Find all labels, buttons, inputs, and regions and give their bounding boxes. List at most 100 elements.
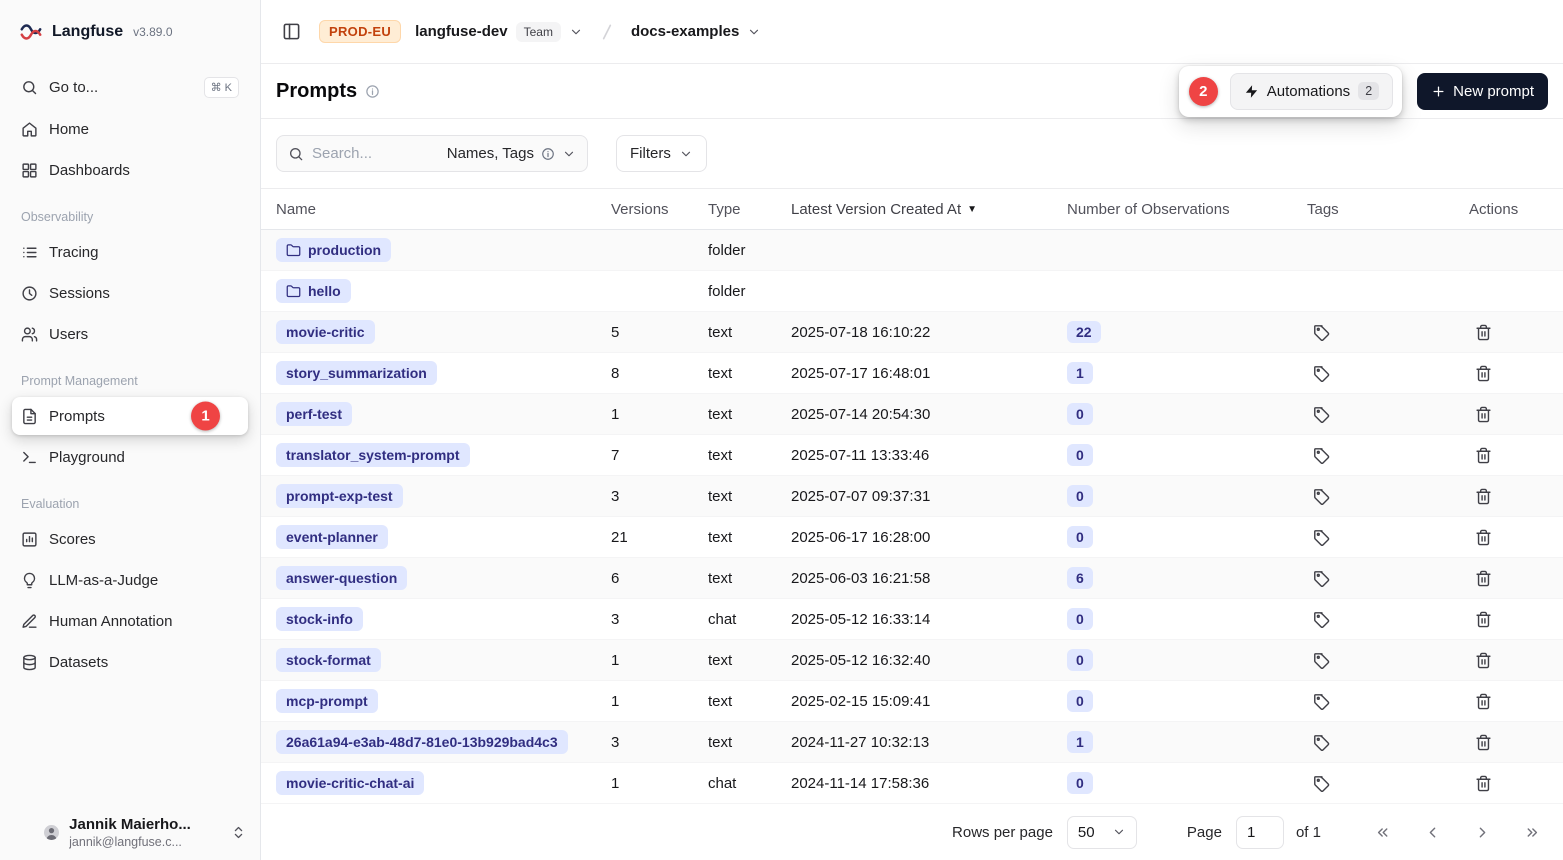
prompt-name-badge[interactable]: movie-critic-chat-ai bbox=[276, 771, 424, 795]
tag-button[interactable] bbox=[1307, 400, 1335, 428]
table-row[interactable]: movie-critic 5 text 2025-07-18 16:10:22 … bbox=[261, 312, 1563, 353]
page-input[interactable] bbox=[1236, 816, 1284, 849]
first-page-button[interactable] bbox=[1367, 817, 1397, 847]
prompt-name-badge[interactable]: hello bbox=[276, 279, 351, 303]
sidebar-item-human-annotation[interactable]: Human Annotation bbox=[12, 602, 248, 640]
observations-count-badge: 0 bbox=[1067, 649, 1093, 671]
observations-cell: 0 bbox=[1052, 403, 1292, 425]
app-logo[interactable]: Langfuse v3.89.0 bbox=[0, 0, 260, 64]
prompt-name-badge[interactable]: translator_system-prompt bbox=[276, 443, 470, 467]
sidebar-item-dashboards[interactable]: Dashboards bbox=[12, 151, 248, 189]
tag-button[interactable] bbox=[1307, 359, 1335, 387]
search-input[interactable] bbox=[312, 145, 439, 162]
sidebar-item-prompts[interactable]: Prompts 1 bbox=[12, 397, 248, 435]
tag-button[interactable] bbox=[1307, 564, 1335, 592]
delete-button[interactable] bbox=[1469, 400, 1497, 428]
user-menu[interactable]: Jannik Maierho... jannik@langfuse.c... bbox=[0, 805, 260, 860]
type-cell: text bbox=[693, 447, 776, 464]
table-row[interactable]: translator_system-prompt 7 text 2025-07-… bbox=[261, 435, 1563, 476]
sidebar-item-home[interactable]: Home bbox=[12, 110, 248, 148]
delete-button[interactable] bbox=[1469, 646, 1497, 674]
prompt-name-badge[interactable]: prompt-exp-test bbox=[276, 484, 403, 508]
table-row[interactable]: mcp-prompt 1 text 2025-02-15 15:09:41 0 bbox=[261, 681, 1563, 722]
sidebar-section: Home Dashboards bbox=[12, 110, 248, 189]
delete-button[interactable] bbox=[1469, 687, 1497, 715]
project-selector[interactable]: docs-examples bbox=[631, 23, 761, 40]
prompt-name-badge[interactable]: story_summarization bbox=[276, 361, 437, 385]
delete-button[interactable] bbox=[1469, 564, 1497, 592]
table-row[interactable]: movie-critic-chat-ai 1 chat 2024-11-14 1… bbox=[261, 763, 1563, 803]
tag-button[interactable] bbox=[1307, 687, 1335, 715]
prompt-name-badge[interactable]: stock-info bbox=[276, 607, 363, 631]
type-cell: text bbox=[693, 529, 776, 546]
table-row[interactable]: answer-question 6 text 2025-06-03 16:21:… bbox=[261, 558, 1563, 599]
name-cell: 26a61a94-e3ab-48d7-81e0-13b929bad4c3 bbox=[261, 730, 596, 754]
delete-button[interactable] bbox=[1469, 318, 1497, 346]
last-page-button[interactable] bbox=[1517, 817, 1547, 847]
sidebar-item-users[interactable]: Users bbox=[12, 315, 248, 353]
next-page-button[interactable] bbox=[1467, 817, 1497, 847]
tag-button[interactable] bbox=[1307, 318, 1335, 346]
table-row[interactable]: 26a61a94-e3ab-48d7-81e0-13b929bad4c3 3 t… bbox=[261, 722, 1563, 763]
home-icon bbox=[21, 121, 38, 138]
rows-per-page-select[interactable]: 50 bbox=[1067, 816, 1137, 849]
sidebar-item-tracing[interactable]: Tracing bbox=[12, 233, 248, 271]
sidebar-item-datasets[interactable]: Datasets bbox=[12, 643, 248, 681]
prompt-name-badge[interactable]: perf-test bbox=[276, 402, 352, 426]
prompt-name-badge[interactable]: mcp-prompt bbox=[276, 689, 378, 713]
tags-cell bbox=[1292, 646, 1454, 674]
org-selector[interactable]: langfuse-dev Team bbox=[415, 22, 583, 42]
prompt-name-badge[interactable]: stock-format bbox=[276, 648, 381, 672]
tag-button[interactable] bbox=[1307, 523, 1335, 551]
automations-button[interactable]: Automations 2 bbox=[1230, 73, 1393, 110]
prompt-name-badge[interactable]: 26a61a94-e3ab-48d7-81e0-13b929bad4c3 bbox=[276, 730, 568, 754]
tag-icon bbox=[1313, 488, 1330, 505]
versions-cell: 6 bbox=[596, 570, 693, 587]
prompt-name-badge[interactable]: answer-question bbox=[276, 566, 407, 590]
tag-button[interactable] bbox=[1307, 482, 1335, 510]
delete-button[interactable] bbox=[1469, 769, 1497, 797]
filters-button[interactable]: Filters bbox=[616, 135, 707, 172]
table-row[interactable]: perf-test 1 text 2025-07-14 20:54:30 0 bbox=[261, 394, 1563, 435]
search-scope-selector[interactable]: Names, Tags bbox=[447, 145, 576, 162]
sidebar-toggle-button[interactable] bbox=[277, 18, 305, 46]
delete-button[interactable] bbox=[1469, 728, 1497, 756]
prompt-name-badge[interactable]: event-planner bbox=[276, 525, 388, 549]
prev-page-button[interactable] bbox=[1417, 817, 1447, 847]
sidebar-item-sessions[interactable]: Sessions bbox=[12, 274, 248, 312]
prompt-name-badge[interactable]: movie-critic bbox=[276, 320, 375, 344]
tag-button[interactable] bbox=[1307, 605, 1335, 633]
sidebar-item-llm-as-a-judge[interactable]: LLM-as-a-Judge bbox=[12, 561, 248, 599]
delete-button[interactable] bbox=[1469, 359, 1497, 387]
chevrons-left-icon bbox=[1374, 824, 1391, 841]
info-icon[interactable] bbox=[365, 84, 380, 99]
new-prompt-button[interactable]: New prompt bbox=[1417, 73, 1548, 110]
delete-button[interactable] bbox=[1469, 523, 1497, 551]
sidebar-item-label: Playground bbox=[49, 449, 125, 466]
table-row[interactable]: stock-format 1 text 2025-05-12 16:32:40 … bbox=[261, 640, 1563, 681]
sidebar-item-label: Dashboards bbox=[49, 162, 130, 179]
goto-search[interactable]: Go to... ⌘ K bbox=[12, 68, 248, 106]
sidebar-item-playground[interactable]: Playground bbox=[12, 438, 248, 476]
tag-button[interactable] bbox=[1307, 769, 1335, 797]
table-row[interactable]: prompt-exp-test 3 text 2025-07-07 09:37:… bbox=[261, 476, 1563, 517]
delete-button[interactable] bbox=[1469, 605, 1497, 633]
tag-button[interactable] bbox=[1307, 728, 1335, 756]
table-row[interactable]: hello folder bbox=[261, 271, 1563, 312]
sidebar-item-scores[interactable]: Scores bbox=[12, 520, 248, 558]
table-row[interactable]: story_summarization 8 text 2025-07-17 16… bbox=[261, 353, 1563, 394]
search-bar[interactable]: Names, Tags bbox=[276, 135, 588, 172]
table-row[interactable]: production folder bbox=[261, 230, 1563, 271]
table-row[interactable]: stock-info 3 chat 2025-05-12 16:33:14 0 bbox=[261, 599, 1563, 640]
page-label: Page bbox=[1187, 824, 1222, 841]
tag-button[interactable] bbox=[1307, 646, 1335, 674]
column-header-created-at[interactable]: Latest Version Created At ▼ bbox=[776, 201, 1052, 218]
delete-button[interactable] bbox=[1469, 441, 1497, 469]
sidebar-section-label: Prompt Management bbox=[12, 356, 248, 394]
created-at-cell: 2025-07-07 09:37:31 bbox=[776, 488, 1052, 505]
prompt-name-badge[interactable]: production bbox=[276, 238, 391, 262]
delete-button[interactable] bbox=[1469, 482, 1497, 510]
column-header-created-at-label: Latest Version Created At bbox=[791, 201, 961, 218]
table-row[interactable]: event-planner 21 text 2025-06-17 16:28:0… bbox=[261, 517, 1563, 558]
tag-button[interactable] bbox=[1307, 441, 1335, 469]
